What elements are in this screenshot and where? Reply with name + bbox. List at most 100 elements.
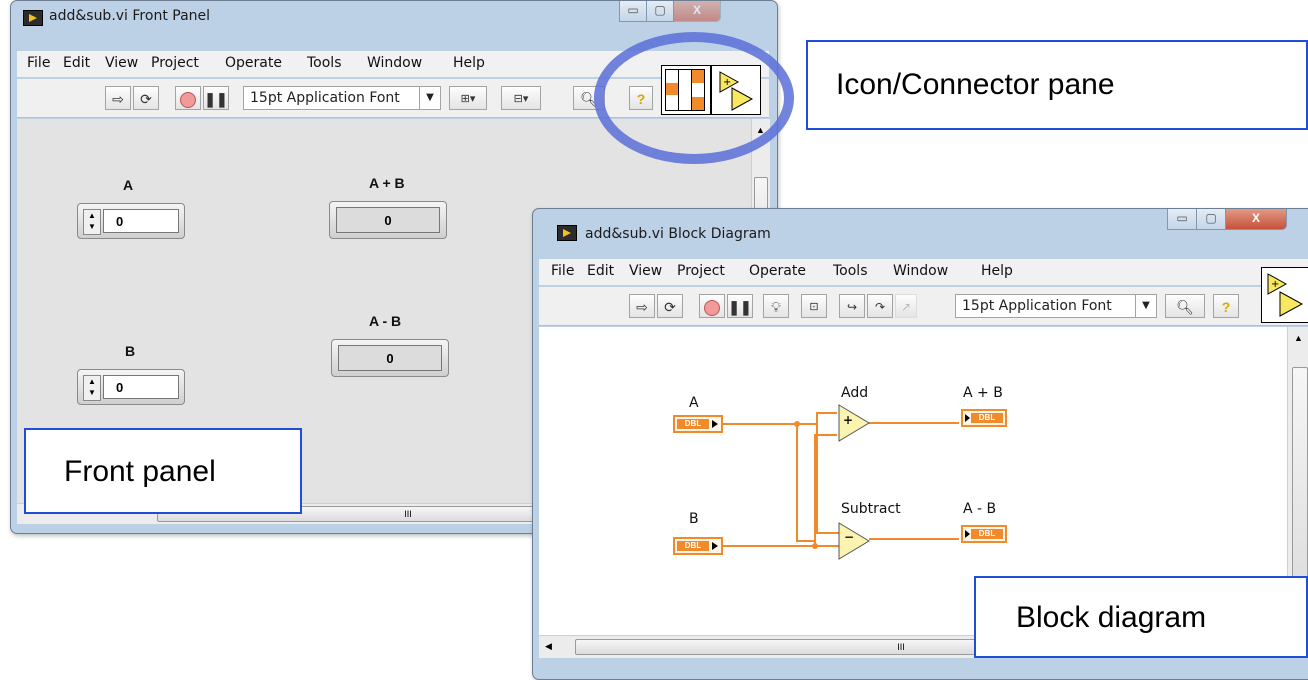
front-panel-title: add&sub.vi Front Panel	[49, 8, 211, 24]
search-icon[interactable]: 🔍︎	[1165, 294, 1205, 318]
output-arrow-icon	[712, 542, 718, 550]
control-label-b: B	[125, 343, 136, 359]
indicator-field-sum: 0	[336, 207, 440, 233]
increment-decrement-icon[interactable]: ▲ ▼	[83, 375, 101, 401]
abort-icon[interactable]	[175, 86, 201, 110]
menu-file[interactable]: File	[27, 55, 50, 71]
front-panel-titlebar[interactable]: add&sub.vi Front Panel ▭ ▢ X	[11, 1, 777, 31]
scroll-grip: III	[404, 509, 412, 519]
vertical-scroll-thumb[interactable]	[1292, 367, 1308, 609]
retain-wire-values-icon[interactable]: ⊡	[801, 294, 827, 318]
callout-text: Icon/Connector pane	[836, 68, 1115, 101]
input-label-b: B	[689, 511, 699, 527]
callout-block-diagram: Block diagram	[974, 576, 1308, 658]
menu-window[interactable]: Window	[893, 263, 948, 279]
dbl-type-badge: DBL	[971, 413, 1003, 423]
menu-help[interactable]: Help	[981, 263, 1013, 279]
highlight-execution-icon[interactable]: 💡︎	[763, 294, 789, 318]
function-label-add: Add	[841, 385, 869, 401]
callout-text: Front panel	[64, 455, 216, 488]
scroll-left-arrow-icon[interactable]: ◀	[545, 641, 552, 652]
numeric-control-b[interactable]: ▲ ▼ 0	[77, 369, 185, 405]
minimize-button[interactable]: ▭	[1167, 209, 1197, 230]
increment-decrement-icon[interactable]: ▲ ▼	[83, 209, 101, 235]
distribute-objects-icon[interactable]: ⊟▾	[501, 86, 541, 110]
numeric-control-a[interactable]: ▲ ▼ 0	[77, 203, 185, 239]
menu-project[interactable]: Project	[677, 263, 725, 279]
font-select-value: 15pt Application Font	[250, 90, 400, 106]
menu-tools[interactable]: Tools	[307, 55, 342, 71]
menu-project[interactable]: Project	[151, 55, 199, 71]
vi-icon-pane[interactable]: +	[1261, 267, 1308, 323]
indicator-label-difference: A - B	[369, 313, 402, 329]
run-continuously-icon[interactable]: ⟳	[657, 294, 683, 318]
run-arrow-icon[interactable]: ⇨	[629, 294, 655, 318]
menu-operate[interactable]: Operate	[225, 55, 282, 71]
font-select[interactable]: 15pt Application Font ▼	[955, 294, 1157, 318]
wire-junction	[812, 543, 818, 549]
output-terminal-sum[interactable]: DBL	[961, 409, 1007, 427]
run-continuously-icon[interactable]: ⟳	[133, 86, 159, 110]
pause-icon[interactable]: ❚❚	[203, 86, 229, 110]
add-subtract-icon: +	[1267, 273, 1304, 317]
menu-operate[interactable]: Operate	[749, 263, 806, 279]
numeric-field-b[interactable]: 0	[103, 375, 179, 399]
chevron-down-icon: ▼	[419, 87, 440, 109]
input-label-a: A	[689, 395, 699, 411]
block-diagram-titlebar[interactable]: add&sub.vi Block Diagram ▭ ▢ X	[533, 209, 1308, 242]
block-diagram-menubar: File Edit View Project Operate Tools Win…	[539, 259, 1308, 285]
svg-text:+: +	[1271, 279, 1279, 290]
input-terminal-a[interactable]: DBL	[673, 415, 723, 433]
dbl-type-badge: DBL	[971, 529, 1003, 539]
wire-junction	[794, 421, 800, 427]
font-select[interactable]: 15pt Application Font ▼	[243, 86, 441, 110]
control-label-a: A	[123, 177, 134, 193]
menu-edit[interactable]: Edit	[63, 55, 90, 71]
output-terminal-difference[interactable]: DBL	[961, 525, 1007, 543]
callout-icon-connector-pane: Icon/Connector pane	[806, 40, 1308, 130]
dbl-type-badge: DBL	[677, 541, 709, 551]
close-button[interactable]: X	[673, 1, 721, 22]
menu-edit[interactable]: Edit	[587, 263, 614, 279]
input-terminal-b[interactable]: DBL	[673, 537, 723, 555]
numeric-indicator-difference: 0	[331, 339, 449, 377]
maximize-button[interactable]: ▢	[646, 1, 674, 22]
minimize-button[interactable]: ▭	[619, 1, 647, 22]
numeric-field-a[interactable]: 0	[103, 209, 179, 233]
output-label-sum: A + B	[963, 385, 1003, 401]
menu-help[interactable]: Help	[453, 55, 485, 71]
function-label-subtract: Subtract	[841, 501, 901, 517]
step-out-icon[interactable]: ↗	[895, 294, 917, 318]
menu-window[interactable]: Window	[367, 55, 422, 71]
menu-tools[interactable]: Tools	[833, 263, 868, 279]
scroll-up-arrow-icon[interactable]: ▲	[1294, 333, 1303, 343]
help-icon[interactable]: ?	[1213, 294, 1239, 318]
output-label-difference: A - B	[963, 501, 997, 517]
chevron-down-icon: ▼	[1135, 295, 1156, 317]
dbl-type-badge: DBL	[677, 419, 709, 429]
menu-view[interactable]: View	[629, 263, 662, 279]
callout-front-panel: Front panel	[24, 428, 302, 514]
numeric-indicator-sum: 0	[329, 201, 447, 239]
scroll-grip: III	[897, 642, 905, 652]
vi-icon	[23, 10, 43, 26]
run-arrow-icon[interactable]: ⇨	[105, 86, 131, 110]
font-select-value: 15pt Application Font	[962, 298, 1112, 314]
input-arrow-icon	[965, 414, 970, 422]
add-symbol: +	[843, 413, 854, 427]
output-arrow-icon	[712, 420, 718, 428]
pause-icon[interactable]: ❚❚	[727, 294, 753, 318]
abort-icon[interactable]	[699, 294, 725, 318]
step-over-icon[interactable]: ↷	[867, 294, 893, 318]
block-diagram-title: add&sub.vi Block Diagram	[585, 226, 771, 242]
input-arrow-icon	[965, 530, 970, 538]
maximize-button[interactable]: ▢	[1196, 209, 1226, 230]
menu-view[interactable]: View	[105, 55, 138, 71]
indicator-field-difference: 0	[338, 345, 442, 371]
subtract-symbol: −	[844, 530, 855, 544]
vi-icon	[557, 225, 577, 241]
step-into-icon[interactable]: ↪	[839, 294, 865, 318]
menu-file[interactable]: File	[551, 263, 574, 279]
close-button[interactable]: X	[1225, 209, 1287, 230]
align-objects-icon[interactable]: ⊞▾	[449, 86, 487, 110]
